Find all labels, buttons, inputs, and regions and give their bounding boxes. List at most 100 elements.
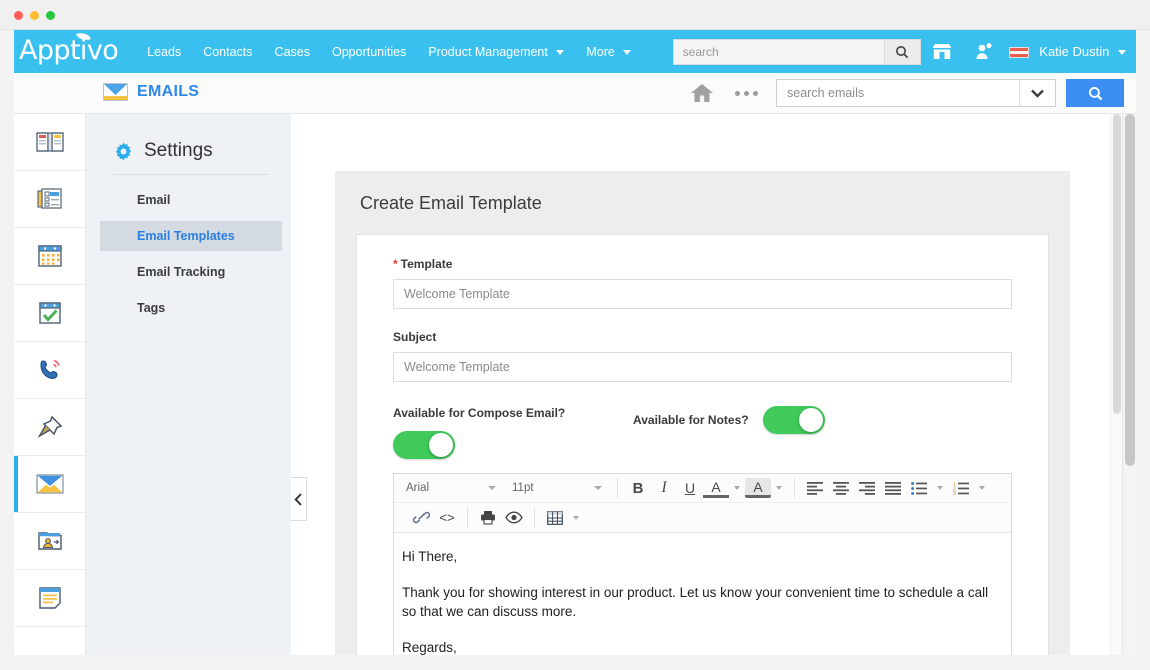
- settings-item-email-tracking[interactable]: Email Tracking: [100, 257, 282, 287]
- settings-item-email[interactable]: Email: [100, 185, 282, 215]
- numbered-list-dropdown[interactable]: [979, 486, 985, 490]
- italic-button[interactable]: I: [651, 477, 677, 499]
- global-search-button[interactable]: [884, 40, 920, 64]
- sidebar-item-news[interactable]: [14, 171, 86, 228]
- compose-email-toggle[interactable]: [393, 431, 455, 459]
- app-container: Apptivo Leads Contacts Cases Opportuniti…: [14, 30, 1136, 655]
- sidebar-item-book[interactable]: [14, 114, 86, 171]
- align-left-icon: [807, 482, 823, 495]
- nav-item-opportunities[interactable]: Opportunities: [321, 45, 417, 59]
- editor-body[interactable]: Hi There, Thank you for showing interest…: [394, 533, 1011, 655]
- subject-field-group: Subject: [357, 309, 1048, 382]
- font-family-select[interactable]: Arial: [398, 477, 504, 499]
- table-dropdown[interactable]: [573, 516, 579, 520]
- editor-toolbar: Arial 11pt B: [394, 474, 1011, 533]
- bullet-list-dropdown[interactable]: [937, 486, 943, 490]
- link-button[interactable]: [408, 507, 434, 529]
- card-title: Create Email Template: [335, 171, 1070, 214]
- page-title-text: EMAILS: [137, 83, 199, 101]
- user-name-label: Katie Dustin: [1039, 44, 1109, 59]
- toggle-row: Available for Compose Email? Available f…: [357, 406, 1048, 459]
- maximize-window-button[interactable]: [46, 11, 55, 20]
- settings-panel: Settings Email Email Templates Email Tra…: [86, 114, 291, 655]
- nav-item-product-management[interactable]: Product Management: [417, 45, 575, 59]
- open-book-icon: [35, 129, 65, 155]
- align-right-button[interactable]: [854, 477, 880, 499]
- close-window-button[interactable]: [14, 11, 23, 20]
- sidebar-item-pinned[interactable]: [14, 399, 86, 456]
- highlight-color-dropdown[interactable]: [776, 486, 782, 490]
- user-add-icon[interactable]: [972, 40, 996, 64]
- print-button[interactable]: [475, 507, 501, 529]
- content-scrollbar[interactable]: [1110, 114, 1122, 655]
- highlight-color-button[interactable]: A: [745, 478, 771, 498]
- toolbar-separator: [617, 478, 618, 498]
- numbered-list-button[interactable]: 123: [948, 477, 974, 499]
- envelope-icon: [103, 83, 128, 101]
- search-emails-button[interactable]: [1066, 79, 1124, 107]
- settings-item-tags[interactable]: Tags: [100, 293, 282, 323]
- editor-toolbar-row-1: Arial 11pt B: [394, 474, 1011, 503]
- sidebar-item-calls[interactable]: [14, 342, 86, 399]
- browser-window: Apptivo Leads Contacts Cases Opportuniti…: [0, 0, 1150, 670]
- page-scrollbar[interactable]: [1122, 114, 1136, 655]
- font-color-dropdown[interactable]: [734, 486, 740, 490]
- sidebar-item-notes[interactable]: [14, 570, 86, 627]
- subject-field-label: Subject: [393, 330, 1012, 344]
- subject-input[interactable]: [393, 352, 1012, 382]
- browser-chrome: [0, 0, 1150, 30]
- align-center-button[interactable]: [828, 477, 854, 499]
- nav-item-contacts[interactable]: Contacts: [192, 45, 263, 59]
- phone-ring-icon: [36, 357, 64, 383]
- preview-button[interactable]: [501, 507, 527, 529]
- nav-item-cases[interactable]: Cases: [264, 45, 321, 59]
- underline-button[interactable]: U: [677, 477, 703, 499]
- store-icon[interactable]: [930, 40, 954, 64]
- minimize-window-button[interactable]: [30, 11, 39, 20]
- nav-item-leads[interactable]: Leads: [136, 45, 192, 59]
- search-emails-input[interactable]: [777, 86, 1015, 100]
- chevron-down-icon: [594, 486, 602, 490]
- checklist-icon: [36, 300, 64, 326]
- page-scrollbar-thumb[interactable]: [1125, 114, 1135, 466]
- calendar-icon: [36, 243, 64, 269]
- align-left-button[interactable]: [802, 477, 828, 499]
- page-title: EMAILS: [103, 83, 199, 101]
- user-menu[interactable]: Katie Dustin: [1009, 44, 1126, 59]
- sidebar-item-calendar[interactable]: [14, 228, 86, 285]
- home-icon[interactable]: [687, 79, 717, 107]
- font-color-button[interactable]: A: [703, 478, 729, 498]
- align-center-icon: [833, 482, 849, 495]
- ellipsis-icon[interactable]: [727, 91, 766, 96]
- template-name-input[interactable]: [393, 279, 1012, 309]
- global-search[interactable]: [673, 39, 921, 65]
- sidebar-item-tasks[interactable]: [14, 285, 86, 342]
- apptivo-logo[interactable]: Apptivo: [19, 37, 118, 66]
- sidebar-item-contacts[interactable]: [14, 513, 86, 570]
- settings-item-email-templates[interactable]: Email Templates: [100, 221, 282, 251]
- nav-item-more[interactable]: More: [575, 45, 642, 59]
- emails-search[interactable]: [776, 79, 1056, 107]
- numbered-list-icon: 123: [953, 482, 969, 495]
- template-field-label: *Template: [393, 257, 1012, 271]
- editor-greeting: Hi There,: [402, 547, 1005, 566]
- editor-signoff: Regards,: [402, 638, 1005, 655]
- bullet-list-button[interactable]: [906, 477, 932, 499]
- sidebar-item-emails[interactable]: [14, 456, 86, 513]
- table-button[interactable]: [542, 507, 568, 529]
- font-size-select[interactable]: 11pt: [504, 477, 610, 499]
- code-icon: <>: [439, 510, 454, 525]
- search-icon: [895, 45, 909, 59]
- notes-toggle[interactable]: [763, 406, 825, 434]
- bold-button[interactable]: B: [625, 477, 651, 499]
- settings-heading-label: Settings: [144, 140, 213, 162]
- align-right-icon: [859, 482, 875, 495]
- search-filter-dropdown[interactable]: [1019, 80, 1055, 106]
- content-scrollbar-thumb[interactable]: [1113, 114, 1121, 414]
- global-search-input[interactable]: [674, 45, 879, 59]
- align-justify-button[interactable]: [880, 477, 906, 499]
- compose-email-toggle-group: Available for Compose Email?: [393, 406, 633, 459]
- source-code-button[interactable]: <>: [434, 507, 460, 529]
- collapse-panel-button[interactable]: [291, 477, 307, 521]
- template-field-group: *Template: [357, 235, 1048, 309]
